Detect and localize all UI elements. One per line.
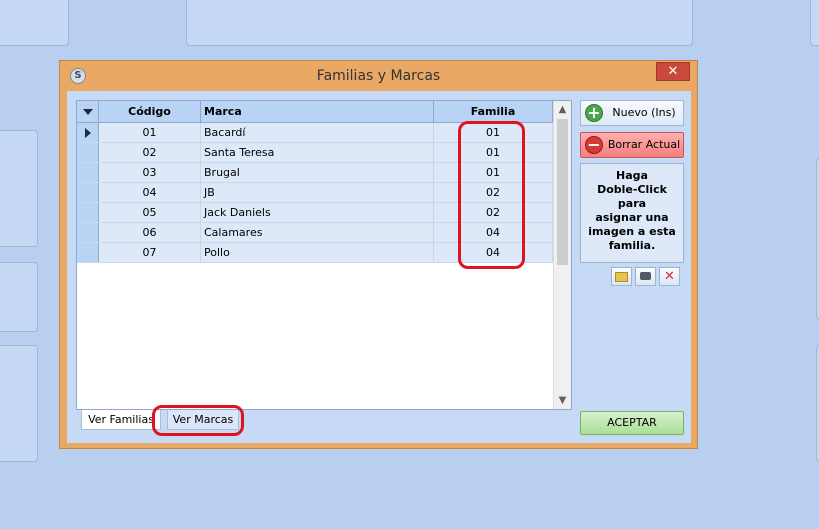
family-image-box[interactable]: Haga Doble-Click para asignar una imagen… — [580, 163, 684, 263]
window-title: Familias y Marcas — [316, 68, 441, 84]
cell-marca[interactable]: Brugal — [201, 163, 434, 182]
familia-column-highlight — [458, 121, 525, 269]
header-indicator[interactable] — [77, 101, 99, 122]
cell-marca[interactable]: Calamares — [201, 223, 434, 242]
row-indicator — [77, 123, 99, 142]
cell-marca[interactable]: Jack Daniels — [201, 203, 434, 222]
row-indicator — [77, 143, 99, 162]
capture-image-button[interactable] — [635, 267, 656, 286]
tab-ver-familias[interactable]: Ver Familias — [81, 410, 161, 430]
cell-codigo[interactable]: 02 — [99, 143, 201, 162]
background-panel — [0, 345, 38, 462]
header-codigo[interactable]: Código — [99, 101, 201, 122]
cell-marca[interactable]: Santa Teresa — [201, 143, 434, 162]
vertical-scrollbar[interactable]: ▲ ▼ — [553, 101, 571, 409]
ver-marcas-tab-highlight — [152, 405, 244, 436]
accept-button-label: ACEPTAR — [607, 416, 657, 429]
new-button-label: Nuevo (Ins) — [612, 106, 676, 119]
row-indicator — [77, 203, 99, 222]
dropdown-triangle-icon — [83, 109, 93, 115]
row-indicator — [77, 223, 99, 242]
cell-codigo[interactable]: 06 — [99, 223, 201, 242]
scroll-down-icon[interactable]: ▼ — [554, 392, 571, 409]
scroll-up-icon[interactable]: ▲ — [554, 101, 571, 118]
delete-button[interactable]: − Borrar Actual — [580, 132, 684, 158]
cell-codigo[interactable]: 01 — [99, 123, 201, 142]
delete-x-icon: ✕ — [664, 269, 675, 284]
grid-header: Código Marca Familia — [77, 101, 553, 123]
background-panel — [0, 0, 69, 46]
remove-image-button[interactable]: ✕ — [659, 267, 680, 286]
current-row-arrow-icon — [85, 128, 91, 138]
scroll-thumb[interactable] — [557, 119, 568, 265]
background-panel — [0, 262, 38, 332]
close-button[interactable]: ✕ — [656, 62, 690, 81]
new-button[interactable]: + Nuevo (Ins) — [580, 100, 684, 126]
background-panel — [186, 0, 693, 46]
cell-codigo[interactable]: 05 — [99, 203, 201, 222]
background-panel — [810, 0, 819, 46]
header-marca[interactable]: Marca — [201, 101, 434, 122]
load-image-button[interactable] — [611, 267, 632, 286]
header-familia[interactable]: Familia — [434, 101, 553, 122]
cell-codigo[interactable]: 07 — [99, 243, 201, 262]
cell-codigo[interactable]: 04 — [99, 183, 201, 202]
delete-button-label: Borrar Actual — [607, 138, 681, 151]
camera-icon — [640, 272, 651, 280]
cell-marca[interactable]: JB — [201, 183, 434, 202]
title-bar: S Familias y Marcas ✕ — [60, 61, 697, 91]
plus-circle-icon: + — [585, 104, 603, 122]
accept-button[interactable]: ACEPTAR — [580, 411, 684, 435]
folder-icon — [615, 272, 628, 282]
client-area: Código Marca Familia 01 Bacardí 01 02 Sa… — [67, 91, 691, 443]
cell-marca[interactable]: Pollo — [201, 243, 434, 262]
minus-circle-icon: − — [585, 136, 603, 154]
row-indicator — [77, 163, 99, 182]
row-indicator — [77, 183, 99, 202]
cell-marca[interactable]: Bacardí — [201, 123, 434, 142]
familias-marcas-window: S Familias y Marcas ✕ Código Marca Famil… — [59, 60, 698, 449]
image-instructions: Haga Doble-Click para asignar una imagen… — [588, 169, 676, 252]
background-panel — [0, 130, 38, 247]
row-indicator — [77, 243, 99, 262]
cell-codigo[interactable]: 03 — [99, 163, 201, 182]
